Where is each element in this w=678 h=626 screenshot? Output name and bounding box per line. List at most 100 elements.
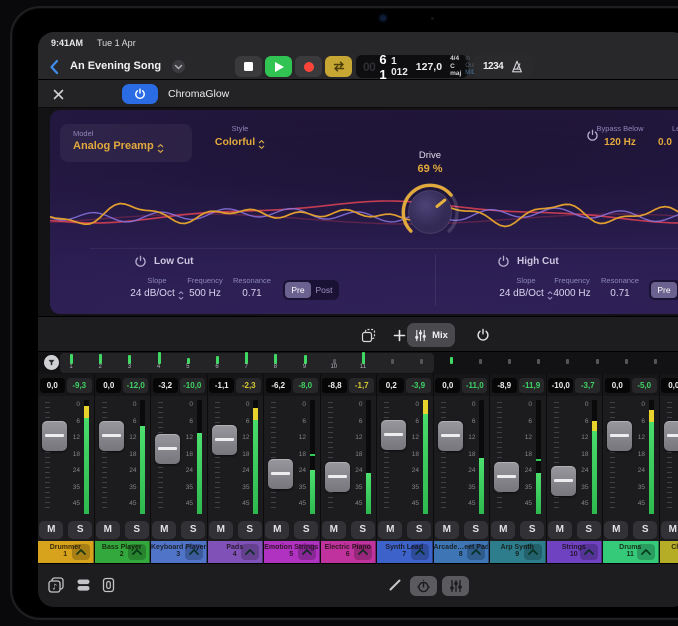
- song-menu-chevron-icon[interactable]: [172, 60, 185, 73]
- channel-peak-value[interactable]: -11,0: [462, 378, 487, 393]
- channel-peak-value[interactable]: -8,0: [293, 378, 318, 393]
- model-selector[interactable]: Model Analog Preamp: [60, 124, 192, 162]
- fader-cap[interactable]: [664, 421, 678, 451]
- track-label[interactable]: Arp Synth 9: [490, 541, 546, 563]
- fader-cap[interactable]: [438, 421, 463, 451]
- mute-button[interactable]: M: [604, 521, 628, 539]
- channel-peak-value[interactable]: -11,9: [519, 378, 544, 393]
- collapse-stack-button[interactable]: [128, 544, 146, 560]
- fader-cap[interactable]: [99, 421, 124, 451]
- solo-button[interactable]: S: [238, 521, 262, 539]
- record-button[interactable]: [295, 56, 322, 77]
- collapse-stack-button[interactable]: [637, 544, 655, 560]
- collapse-stack-button[interactable]: [354, 544, 372, 560]
- channel-volume-value[interactable]: -1,1: [209, 378, 234, 393]
- solo-button[interactable]: S: [351, 521, 375, 539]
- channel-peak-value[interactable]: -9,3: [67, 378, 92, 393]
- pencil-icon[interactable]: [388, 578, 402, 592]
- fader-cap[interactable]: [607, 421, 632, 451]
- collapse-stack-button[interactable]: [580, 544, 598, 560]
- collapse-stack-button[interactable]: [185, 544, 203, 560]
- mute-button[interactable]: M: [39, 521, 63, 539]
- mute-button[interactable]: M: [491, 521, 515, 539]
- low-cut-power-icon[interactable]: [134, 255, 147, 268]
- close-icon[interactable]: [53, 89, 64, 100]
- mixer-power-button[interactable]: [470, 323, 496, 347]
- drive-knob[interactable]: [398, 180, 462, 244]
- fader-cap[interactable]: [212, 425, 237, 455]
- cycle-button[interactable]: [325, 56, 352, 77]
- style-selector[interactable]: Style Colorful: [185, 124, 295, 149]
- plugin-power-button[interactable]: [122, 84, 158, 104]
- channel-volume-value[interactable]: 0,0: [96, 378, 121, 393]
- solo-button[interactable]: S: [181, 521, 205, 539]
- channel-peak-value[interactable]: -3,9: [406, 378, 431, 393]
- channel-volume-value[interactable]: -6,2: [266, 378, 291, 393]
- track-label[interactable]: Bass Player 2: [95, 541, 151, 563]
- low-cut-pre-post-toggle[interactable]: Pre Post: [283, 280, 339, 300]
- channel-volume-value[interactable]: 0,2: [379, 378, 404, 393]
- fader-cap[interactable]: [494, 462, 519, 492]
- track-label[interactable]: Synth Lead 7: [377, 541, 433, 563]
- lcd-display[interactable]: 00 6 1 1 012 127,0 4/4 C maj In Out MIDI: [356, 55, 468, 78]
- track-label[interactable]: Arcade…eet Pad 8: [434, 541, 490, 563]
- plugin-slot-icon[interactable]: [102, 577, 115, 593]
- collapse-stack-button[interactable]: [241, 544, 259, 560]
- track-label[interactable]: Emotion Strings 5: [264, 541, 320, 563]
- count-in-button[interactable]: 1234: [483, 61, 503, 72]
- mute-button[interactable]: M: [96, 521, 120, 539]
- mute-button[interactable]: M: [661, 521, 678, 539]
- high-cut-power-icon[interactable]: [497, 255, 510, 268]
- solo-button[interactable]: S: [294, 521, 318, 539]
- channel-peak-value[interactable]: -5,0: [632, 378, 657, 393]
- channel-volume-value[interactable]: 0,0: [435, 378, 460, 393]
- channel-peak-value[interactable]: -12,0: [123, 378, 148, 393]
- fader-cap[interactable]: [42, 421, 67, 451]
- channel-volume-value[interactable]: -8,8: [322, 378, 347, 393]
- mute-button[interactable]: M: [209, 521, 233, 539]
- library-icon[interactable]: [76, 578, 91, 592]
- high-cut-pre-post-toggle[interactable]: Pre Post: [649, 280, 678, 300]
- channel-peak-value[interactable]: -1,7: [349, 378, 374, 393]
- solo-button[interactable]: S: [68, 521, 92, 539]
- mixer-navigator[interactable]: 1234567891011: [38, 352, 678, 374]
- mute-button[interactable]: M: [548, 521, 572, 539]
- track-label[interactable]: Strings 10: [547, 541, 603, 563]
- collapse-stack-button[interactable]: [72, 544, 90, 560]
- mute-button[interactable]: M: [322, 521, 346, 539]
- pre-segment[interactable]: Pre: [651, 282, 677, 298]
- mute-button[interactable]: M: [265, 521, 289, 539]
- fader-cap[interactable]: [268, 459, 293, 489]
- filter-icon[interactable]: [44, 355, 59, 370]
- song-title[interactable]: An Evening Song: [70, 60, 161, 72]
- mute-button[interactable]: M: [435, 521, 459, 539]
- solo-button[interactable]: S: [125, 521, 149, 539]
- track-label[interactable]: Chorus V 12: [660, 541, 678, 563]
- channel-volume-value[interactable]: -8,9: [492, 378, 517, 393]
- track-label[interactable]: Keyboard Player 3: [151, 541, 207, 563]
- fader-cap[interactable]: [551, 466, 576, 496]
- low-cut-resonance[interactable]: Resonance 0.71: [217, 276, 287, 299]
- track-label[interactable]: Drummer 1: [38, 541, 94, 563]
- mute-button[interactable]: M: [378, 521, 402, 539]
- loop-browser-icon[interactable]: ♪: [48, 577, 65, 593]
- pre-segment[interactable]: Pre: [285, 282, 311, 298]
- back-chevron-icon[interactable]: [49, 59, 59, 75]
- mix-view-button[interactable]: Mix: [407, 323, 455, 347]
- channel-peak-value[interactable]: -2,3: [236, 378, 261, 393]
- collapse-stack-button[interactable]: [524, 544, 542, 560]
- channel-peak-value[interactable]: -10,0: [180, 378, 205, 393]
- fader-cap[interactable]: [381, 420, 406, 450]
- channel-volume-value[interactable]: -3,2: [153, 378, 178, 393]
- channel-peak-value[interactable]: -3,7: [575, 378, 600, 393]
- metronome-icon[interactable]: [510, 60, 524, 74]
- channel-volume-value[interactable]: 0,0: [40, 378, 65, 393]
- mixer-faders-button[interactable]: [442, 576, 469, 596]
- level-control[interactable]: Level 0.0: [672, 124, 678, 148]
- solo-button[interactable]: S: [577, 521, 601, 539]
- mute-button[interactable]: M: [152, 521, 176, 539]
- channel-volume-value[interactable]: 0,0: [605, 378, 630, 393]
- post-segment[interactable]: Post: [311, 282, 337, 298]
- stop-button[interactable]: [235, 56, 262, 77]
- channel-volume-value[interactable]: 0,0: [661, 378, 678, 393]
